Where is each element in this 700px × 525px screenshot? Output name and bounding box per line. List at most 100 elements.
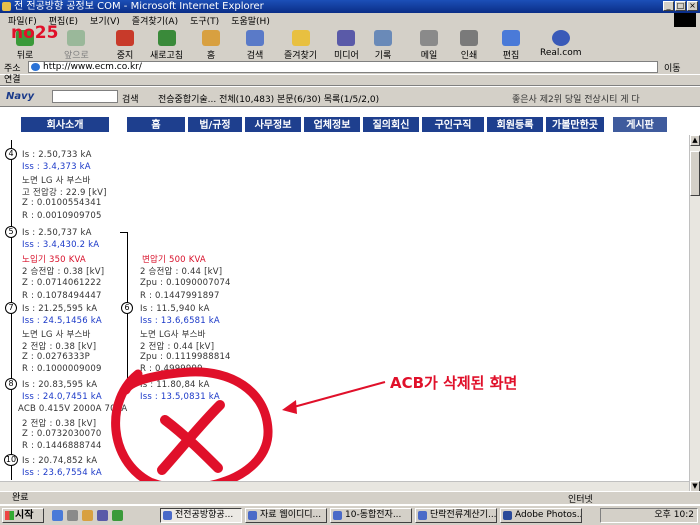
- scroll-thumb[interactable]: [690, 151, 700, 196]
- favorites-star-icon: [291, 30, 310, 46]
- stop-icon: [116, 30, 134, 46]
- refresh-button[interactable]: 새로고침: [150, 30, 183, 61]
- nav-board[interactable]: 게시판: [612, 116, 668, 133]
- navy-news-ticker[interactable]: 좋은사 제2위 당일 전상시티 게 다: [512, 92, 640, 105]
- taskbar-item[interactable]: 전전공방향공...: [160, 508, 242, 523]
- clock[interactable]: 오후 10:2: [654, 510, 694, 520]
- node-value: Z : 0.0714061222: [22, 278, 102, 288]
- toolbar: 뒤로 앞으로 중지 새로고침 홈 검색 즐겨찾기 미디어 기록 메일 인쇄 편집…: [0, 27, 700, 61]
- address-label: 주소: [4, 64, 21, 74]
- node-value: 2 전압 : 0.38 [kV]: [22, 342, 97, 352]
- deletion-mark-overlay: [111, 367, 386, 490]
- node-value: Is : 21.25,595 kA: [22, 304, 98, 314]
- edit-icon: [502, 30, 520, 46]
- print-button[interactable]: 인쇄: [460, 30, 478, 61]
- menu-favorites[interactable]: 즐겨찾기(A): [132, 14, 178, 27]
- quicklaunch-desktop-icon[interactable]: [67, 510, 78, 521]
- calculator-icon: [418, 511, 427, 520]
- node-value: Iss : 24.5,1456 kA: [22, 316, 102, 326]
- page-icon: [31, 63, 40, 71]
- node-value: R : 0.1447991897: [140, 291, 220, 301]
- nav-jobs[interactable]: 구인구직: [421, 116, 485, 133]
- nav-company[interactable]: 회사소개: [20, 116, 110, 133]
- nav-qna[interactable]: 질의회신: [362, 116, 420, 133]
- node-value: Is : 2.50,737 kA: [22, 228, 92, 238]
- node-value: Z : 0.0100554341: [22, 198, 102, 208]
- node-value: 노면 LG사 부스바: [140, 330, 206, 340]
- quicklaunch-ie-icon[interactable]: [52, 510, 63, 521]
- node-marker: 10: [4, 454, 18, 466]
- vertical-scrollbar[interactable]: ▲ ▼: [689, 135, 700, 492]
- forward-button[interactable]: 앞으로: [64, 30, 89, 61]
- node-value: R : 0.1446888744: [22, 441, 102, 451]
- status-zone: 인터넷: [568, 495, 593, 505]
- node-value: R : 0.1000009009: [22, 364, 102, 374]
- node-value: 2 전압 : 0.44 [kV]: [140, 342, 215, 352]
- arrow-shaft: [289, 381, 386, 409]
- print-icon: [460, 30, 478, 46]
- scroll-up-icon[interactable]: ▲: [690, 135, 700, 146]
- navy-status-text: 전승중합기술... 전체(10,483) 본문(6/30) 목록(1/5/2,0…: [158, 95, 380, 105]
- nav-office-info[interactable]: 사무정보: [244, 116, 302, 133]
- node-marker: 5: [5, 226, 17, 238]
- node-value: Iss : 3.4,430.2 kA: [22, 240, 100, 250]
- taskbar-item[interactable]: Adobe Photos...: [500, 508, 582, 523]
- horizontal-scrollbar[interactable]: [0, 481, 689, 491]
- quicklaunch-folder-icon[interactable]: [82, 510, 93, 521]
- node-value: Z : 0.0732030070: [22, 429, 102, 439]
- quicklaunch-app-icon[interactable]: [112, 510, 123, 521]
- home-button[interactable]: 홈: [202, 30, 220, 61]
- menu-tools[interactable]: 도구(T): [190, 14, 219, 27]
- navy-logo: Navy: [6, 91, 35, 102]
- node-value: 노면 LG 사 부스바: [22, 176, 91, 186]
- go-button[interactable]: 이동: [664, 61, 681, 74]
- navy-search-button[interactable]: 검색: [122, 92, 139, 105]
- windows-logo-icon: [674, 13, 696, 27]
- taskbar-item[interactable]: 자료 웹이디디...: [245, 508, 327, 523]
- photoshop-icon: [503, 511, 512, 520]
- annotation-text: ACB가 삭제된 화면: [390, 374, 518, 392]
- status-text: 완료: [12, 493, 29, 503]
- nav-law[interactable]: 법/규정: [187, 116, 243, 133]
- realcom-button[interactable]: Real.com: [540, 30, 581, 58]
- navy-search-input[interactable]: [52, 90, 118, 103]
- links-bar[interactable]: 연결: [0, 74, 700, 86]
- transformer-label: 변압기 500 KVA: [142, 255, 206, 265]
- menu-help[interactable]: 도움말(H): [231, 14, 270, 27]
- slide-number-label: no25: [11, 23, 59, 43]
- nav-places[interactable]: 가볼만한곳: [545, 116, 605, 133]
- node-value: Is : 2.50,733 kA: [22, 150, 92, 160]
- system-tray: 오후 10:2: [600, 508, 698, 523]
- media-button[interactable]: 미디어: [334, 30, 359, 61]
- node-value: Zpu : 0.1090007074: [140, 278, 231, 288]
- edit-button[interactable]: 편집: [502, 30, 520, 61]
- nav-home[interactable]: 홈: [126, 116, 186, 133]
- ie-icon: [2, 2, 11, 11]
- address-input[interactable]: http://www.ecm.co.kr/: [28, 61, 658, 73]
- node-value: Iss : 13.6,6581 kA: [140, 316, 220, 326]
- taskbar-item[interactable]: 10-동합전자...: [330, 508, 412, 523]
- search-button[interactable]: 검색: [246, 30, 264, 61]
- node-value: Iss : 24.0,7451 kA: [22, 392, 102, 402]
- window-title-bar: 전 전공방향 공정보 COM - Microsoft Internet Expl…: [0, 0, 700, 13]
- media-icon: [337, 30, 356, 46]
- node-value: Iss : 23.6,7554 kA: [22, 468, 102, 478]
- minimize-button[interactable]: _: [663, 1, 674, 11]
- node-value: Is : 20.74,852 kA: [22, 456, 98, 466]
- history-button[interactable]: 기록: [374, 30, 392, 61]
- favorites-button[interactable]: 즐겨찾기: [284, 30, 317, 61]
- start-button[interactable]: 시작: [2, 508, 44, 523]
- mail-button[interactable]: 메일: [420, 30, 438, 61]
- nav-register[interactable]: 회원등록: [486, 116, 544, 133]
- node-value: R : 0.0010909705: [22, 211, 102, 221]
- maximize-button[interactable]: □: [675, 1, 686, 11]
- nav-company-info[interactable]: 업체정보: [303, 116, 361, 133]
- stop-button[interactable]: 중지: [116, 30, 134, 61]
- node-value: 2 전압 : 0.38 [kV]: [22, 419, 97, 429]
- menu-view[interactable]: 보기(V): [90, 14, 120, 27]
- close-button[interactable]: ×: [687, 1, 698, 11]
- node-value: R : 0.1078494447: [22, 291, 102, 301]
- node-value: Z : 0.0276333P: [22, 352, 90, 362]
- quicklaunch-media-icon[interactable]: [97, 510, 108, 521]
- taskbar-item[interactable]: 단락전류계산기...: [415, 508, 497, 523]
